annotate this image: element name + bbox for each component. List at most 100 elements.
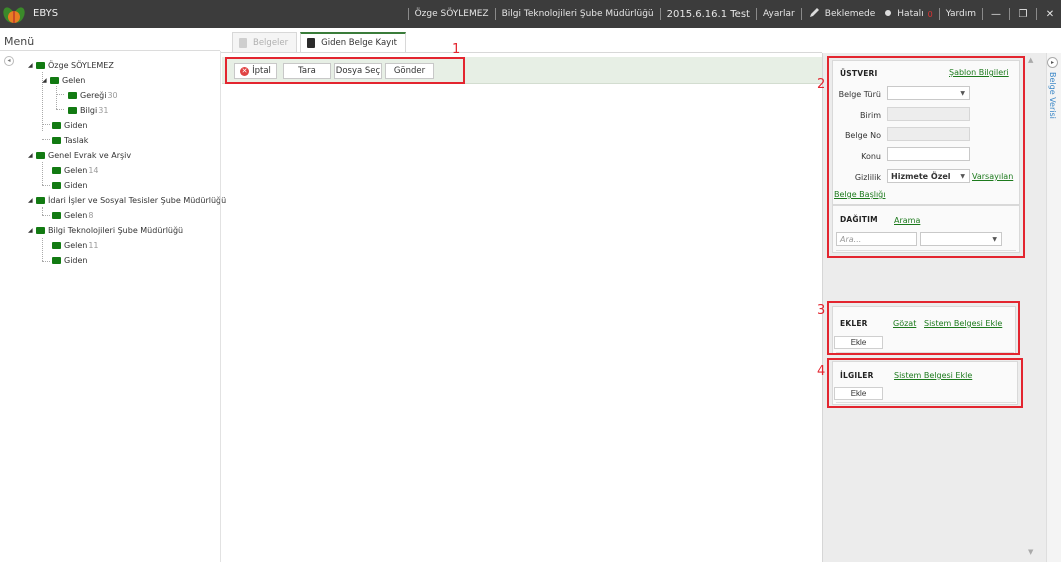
version-label: 2015.6.16.1 Test (666, 8, 750, 20)
scroll-down-icon[interactable]: ▼ (1028, 548, 1033, 556)
tree-guide (42, 185, 50, 186)
annotation-box-1 (225, 57, 465, 84)
tree-node[interactable]: Gelen 8 (52, 208, 93, 222)
tree-guide (42, 139, 50, 140)
tree-node-count: 11 (88, 240, 99, 250)
tree-guide (42, 207, 43, 215)
tab-label: Belgeler (253, 37, 289, 48)
pending-link[interactable]: Beklemede (825, 9, 876, 19)
tree-node-label: Gereği (80, 90, 107, 100)
annotation-number-2: 2 (817, 77, 826, 92)
app-title: EBYS (33, 8, 59, 19)
tree-guide (56, 86, 57, 109)
tree-node-label: Giden (64, 255, 88, 265)
tree-node[interactable]: Bilgi 31 (68, 103, 108, 117)
folder-icon (52, 166, 61, 174)
divider (494, 8, 496, 20)
expand-triangle-icon[interactable]: ◢ (42, 77, 50, 84)
settings-link[interactable]: Ayarlar (763, 9, 795, 19)
tree-guide (42, 162, 43, 185)
expand-triangle-icon[interactable]: ◢ (28, 152, 36, 159)
annotation-box-3 (827, 301, 1020, 355)
annotation-box-4 (827, 358, 1023, 408)
tree-node-count: 30 (107, 90, 118, 100)
folder-icon (68, 91, 77, 99)
annotation-box-2 (827, 56, 1025, 258)
divider (1009, 8, 1010, 20)
tree-node[interactable]: Gelen 14 (52, 163, 99, 177)
expand-triangle-icon[interactable]: ◢ (28, 197, 36, 204)
tree-node-label: Gelen (64, 210, 88, 220)
tree-node[interactable]: ◢ İdari İşler ve Sosyal Tesisler Şube Mü… (28, 193, 226, 207)
folder-icon (52, 136, 61, 144)
error-icon (881, 9, 895, 20)
tree-node[interactable]: Gereği 30 (68, 88, 118, 102)
divider (800, 8, 802, 20)
book-icon (239, 37, 247, 48)
user-name[interactable]: Özge SÖYLEMEZ (415, 9, 489, 19)
tree-node-label: Gelen (64, 165, 88, 175)
folder-icon (52, 241, 61, 249)
tab-bar: Belgeler Giden Belge Kayıt (232, 32, 409, 52)
tab-giden-belge-kayit[interactable]: Giden Belge Kayıt (300, 32, 406, 52)
tree-node-label: Gelen (62, 75, 86, 85)
annotation-number-1: 1 (452, 42, 461, 57)
tree-node-label: Bilgi (80, 105, 98, 115)
tree-node[interactable]: ◢ Gelen (42, 73, 85, 87)
tree-node-count: 14 (88, 165, 99, 175)
divider (220, 51, 221, 562)
divider (938, 8, 940, 20)
folder-icon (36, 151, 45, 159)
tree-node-label: Genel Evrak ve Arşiv (48, 150, 132, 160)
tree-node[interactable]: Gelen 11 (52, 238, 99, 252)
folder-icon (52, 256, 61, 264)
tab-belgeler[interactable]: Belgeler (232, 32, 298, 52)
divider (0, 50, 220, 51)
tree-node-label: Bilgi Teknolojileri Şube Müdürlüğü (48, 225, 184, 235)
folder-icon (52, 121, 61, 129)
tree-guide (42, 238, 43, 261)
tree-node[interactable]: Giden (52, 253, 88, 267)
expand-triangle-icon[interactable]: ◢ (28, 227, 36, 234)
expand-triangle-icon[interactable]: ◢ (28, 62, 36, 69)
tab-label: Giden Belge Kayıt (321, 38, 397, 48)
folder-icon (68, 106, 77, 114)
divider (407, 8, 409, 20)
restore-button[interactable]: ❐ (1016, 9, 1030, 20)
minimize-button[interactable]: — (989, 9, 1003, 20)
help-link[interactable]: Yardım (946, 9, 976, 19)
folder-icon (50, 76, 59, 84)
divider (982, 8, 983, 20)
tree-node[interactable]: Taslak (52, 133, 88, 147)
pencil-icon[interactable] (808, 7, 822, 21)
tree-node-label: Taslak (64, 135, 89, 145)
tree-node-label: Gelen (64, 240, 88, 250)
top-right-menu: Özge SÖYLEMEZ Bilgi Teknolojileri Şube M… (402, 0, 1057, 28)
tree-node[interactable]: ◢ Genel Evrak ve Arşiv (28, 148, 131, 162)
collapse-menu-icon[interactable]: ◂ (4, 56, 14, 66)
tree-node-label: Giden (64, 180, 88, 190)
scroll-up-icon[interactable]: ▲ (1028, 56, 1033, 64)
annotation-number-3: 3 (817, 303, 826, 318)
divider (755, 8, 757, 20)
errors-link[interactable]: Hatalı (897, 9, 923, 19)
divider (1036, 8, 1037, 20)
errors-count-badge: 0 (927, 9, 933, 19)
tree-node[interactable]: Giden (52, 118, 88, 132)
folder-icon (52, 211, 61, 219)
folder-icon (52, 181, 61, 189)
tree-node-label: Özge SÖYLEMEZ (48, 60, 114, 70)
side-panel-label: Belge Verisi (1048, 72, 1057, 119)
tree-node-label: İdari İşler ve Sosyal Tesisler Şube Müdü… (48, 195, 227, 205)
tree-node[interactable]: ◢ Bilgi Teknolojileri Şube Müdürlüğü (28, 223, 183, 237)
app-logo-icon (3, 7, 25, 23)
tree-node[interactable]: ◢ Özge SÖYLEMEZ (28, 58, 114, 72)
tree-node[interactable]: Giden (52, 178, 88, 192)
folder-icon (36, 61, 45, 69)
folder-icon (36, 226, 45, 234)
expand-panel-icon[interactable]: ▸ (1047, 57, 1058, 68)
department-name[interactable]: Bilgi Teknolojileri Şube Müdürlüğü (502, 9, 654, 19)
side-panel-tab[interactable]: Belge Verisi (1046, 72, 1061, 152)
close-button[interactable]: ✕ (1043, 9, 1057, 20)
tree-guide (42, 261, 50, 262)
